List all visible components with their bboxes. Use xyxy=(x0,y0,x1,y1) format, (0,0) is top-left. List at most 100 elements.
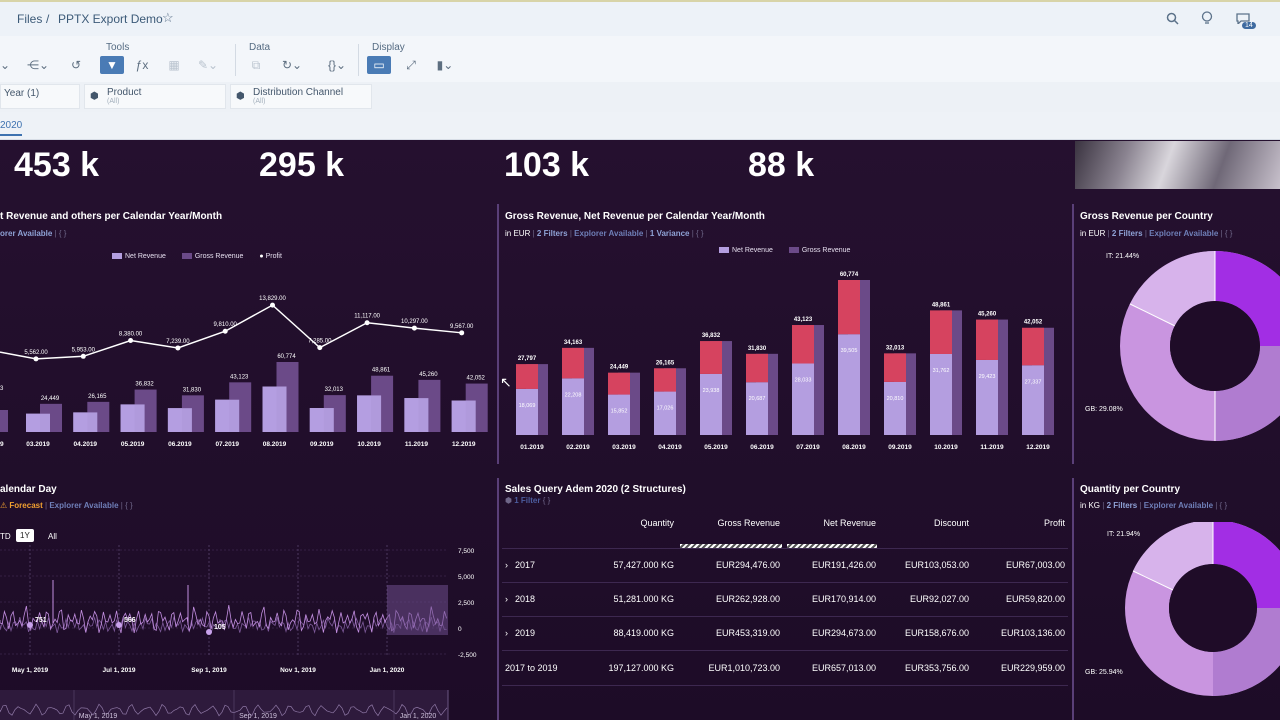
variance-bar xyxy=(516,364,538,389)
tab-2020[interactable]: 2020 xyxy=(0,120,23,136)
chevron-down-icon[interactable]: ⌄ xyxy=(0,56,10,74)
data-label: 20,687 xyxy=(749,396,766,402)
bookmark-icon[interactable]: ▮⌄ xyxy=(433,56,457,74)
filter-channel-label: Distribution Channel xyxy=(253,87,344,98)
comment-icon[interactable]: ▭ xyxy=(367,56,391,74)
column-header[interactable]: Discount xyxy=(879,518,969,528)
filters-link[interactable]: 2 Filters xyxy=(1107,501,1138,510)
explorer-link[interactable]: orer Available xyxy=(0,229,52,238)
data-label: 45,260 xyxy=(419,372,438,378)
explorer-link[interactable]: Explorer Available xyxy=(1144,501,1213,510)
share-icon[interactable]: ⋲⌄ xyxy=(26,56,50,74)
data-label: 3 xyxy=(0,386,4,392)
variance-bar xyxy=(884,353,906,382)
filters-link[interactable]: 1 Filter xyxy=(514,496,540,505)
range-ytd-button[interactable]: TD xyxy=(0,532,11,541)
data-label: 29,423 xyxy=(979,374,996,380)
table-rule xyxy=(502,685,1068,686)
data-point xyxy=(206,629,212,635)
variance-bar xyxy=(700,341,722,374)
refresh-icon[interactable]: ↻⌄ xyxy=(280,56,304,74)
filters-link[interactable]: 2 Filters xyxy=(1112,229,1143,238)
search-icon[interactable] xyxy=(1166,12,1179,25)
toolbar: Tools Data Display xyxy=(0,36,1280,82)
data-label: 23,938 xyxy=(703,388,720,394)
table-rule xyxy=(502,650,1068,651)
expand-chevron-icon[interactable]: › xyxy=(505,628,508,638)
dimension-icon: ⬢ xyxy=(90,91,99,102)
x-tick-label: Jul 1, 2019 xyxy=(103,667,136,674)
lightbulb-icon[interactable] xyxy=(1201,11,1213,26)
cell: EUR262,928.00 xyxy=(715,594,780,604)
net-revenue-bar xyxy=(700,373,722,435)
net-revenue-bar xyxy=(976,359,998,435)
variance-bar xyxy=(608,372,630,395)
formula-icon[interactable]: ƒx xyxy=(130,56,154,74)
column-header[interactable]: Net Revenue xyxy=(786,518,876,528)
tick-label: 08.2019 xyxy=(263,441,287,448)
x-tick-label: Sep 1, 2019 xyxy=(191,667,227,674)
legend-label: Net Revenue xyxy=(732,247,773,254)
slice-label: IT: 21.94% xyxy=(1107,531,1141,538)
explorer-link[interactable]: Explorer Available xyxy=(49,501,118,510)
filter-year[interactable]: Year (1) xyxy=(0,84,80,109)
kpi-value: 295 k xyxy=(259,146,345,184)
cell: EUR657,013.00 xyxy=(811,663,876,673)
filter-distribution-channel[interactable]: ⬢ Distribution Channel (All) xyxy=(230,84,372,109)
tick-label: 04.2019 xyxy=(658,444,682,451)
legend-marker: ● xyxy=(259,253,264,260)
tick-label: 06.2019 xyxy=(168,441,192,448)
cell: EUR294,673.00 xyxy=(811,628,876,638)
data-label: 9,810.00 xyxy=(214,322,238,328)
tick-label: 08.2019 xyxy=(842,444,866,451)
column-header[interactable]: Profit xyxy=(985,518,1065,528)
warning-icon: ⚠ xyxy=(0,501,8,510)
star-icon[interactable]: ☆ xyxy=(162,10,174,26)
widget-title: t Revenue and others per Calendar Year/M… xyxy=(0,211,223,222)
page-tab-bar: 2020 xyxy=(0,112,1280,140)
variance-bar xyxy=(746,353,768,383)
breadcrumb-root[interactable]: Files xyxy=(17,12,42,26)
net-revenue-bar xyxy=(562,378,584,435)
net-revenue-bar xyxy=(792,363,814,435)
explorer-link[interactable]: Explorer Available xyxy=(574,229,643,238)
filter-icon[interactable]: ▼ xyxy=(100,56,124,74)
range-1y-button[interactable]: 1Y xyxy=(16,529,34,542)
variance-bar xyxy=(562,347,584,379)
data-point xyxy=(27,622,33,628)
data-label: 24,449 xyxy=(610,365,629,371)
variance-link[interactable]: 1 Variance xyxy=(650,229,690,238)
toolbar-divider xyxy=(358,44,359,76)
filters-link[interactable]: 2 Filters xyxy=(537,229,568,238)
column-header[interactable]: Gross Revenue xyxy=(690,518,780,528)
tick-label: 05.2019 xyxy=(704,444,728,451)
expand-chevron-icon[interactable]: › xyxy=(505,594,508,604)
code-icon[interactable]: {}⌄ xyxy=(322,56,352,74)
variance-bar xyxy=(976,319,998,360)
panel-divider xyxy=(1072,204,1074,464)
forecast-label[interactable]: Forecast xyxy=(9,501,42,510)
variance-bar xyxy=(654,368,676,392)
tick-label: 09.2019 xyxy=(310,441,334,448)
profit-point xyxy=(80,353,86,359)
explorer-link[interactable]: Explorer Available xyxy=(1149,229,1218,238)
panel-divider xyxy=(1072,478,1074,720)
row-label: 2018 xyxy=(515,594,536,604)
expand-chevron-icon[interactable]: › xyxy=(505,560,508,570)
copy-icon: ⧉ xyxy=(251,58,261,72)
range-all-button[interactable]: All xyxy=(48,532,57,541)
chart-legend: Net Revenue Gross Revenue ● Profit xyxy=(112,253,282,260)
tick-label: 11.2019 xyxy=(980,444,1004,451)
tick-label: 11.2019 xyxy=(405,441,429,448)
filter-product[interactable]: ⬢ Product (All) xyxy=(84,84,226,109)
data-label: 32,013 xyxy=(325,387,344,393)
column-header[interactable]: Quantity xyxy=(604,518,674,528)
data-label: 39,505 xyxy=(841,348,858,354)
cell: EUR59,820.00 xyxy=(1005,594,1065,604)
data-label: 17,026 xyxy=(657,406,674,412)
fullscreen-icon[interactable]: ⤢ xyxy=(399,56,423,74)
legend-label: Gross Revenue xyxy=(801,247,851,254)
net-revenue-bar-front xyxy=(26,413,50,432)
history-icon[interactable]: ↺ xyxy=(64,56,88,74)
kpi-value: 103 k xyxy=(504,146,590,184)
